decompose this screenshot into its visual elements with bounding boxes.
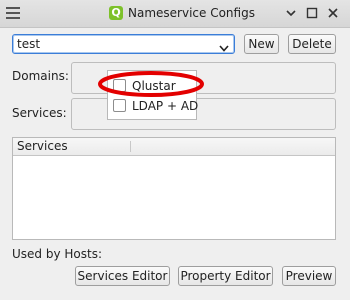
config-select-value: test (17, 37, 41, 51)
property-editor-button[interactable]: Property Editor (178, 266, 273, 286)
preview-button[interactable]: Preview (282, 266, 336, 286)
ldap-ad-checkbox[interactable] (113, 99, 126, 112)
window-menu-icon[interactable] (6, 7, 20, 19)
title-bar: Q Nameservice Configs (0, 0, 350, 28)
used-by-hosts-label: Used by Hosts: (12, 247, 102, 261)
minimize-icon[interactable] (283, 5, 299, 21)
new-button[interactable]: New (244, 34, 279, 54)
nameservice-configs-window: Q Nameservice Configs test New Delete Do… (0, 0, 350, 300)
ldap-ad-label: LDAP + AD (132, 99, 199, 113)
services-label: Services: (12, 106, 67, 120)
qlustar-checkbox[interactable] (113, 79, 126, 92)
app-logo-icon: Q (109, 6, 123, 20)
window-title: Nameservice Configs (128, 6, 255, 20)
domains-popup: Qlustar LDAP + AD (107, 70, 199, 120)
column-separator[interactable] (130, 141, 131, 152)
config-select[interactable]: test (12, 34, 235, 54)
delete-button[interactable]: Delete (288, 34, 336, 54)
qlustar-label: Qlustar (132, 79, 176, 93)
chevron-down-icon (219, 41, 229, 55)
services-table[interactable]: Services (12, 137, 336, 240)
table-header: Services (13, 138, 335, 156)
maximize-icon[interactable] (304, 5, 320, 21)
close-icon[interactable] (325, 5, 341, 21)
domains-label: Domains: (12, 69, 69, 83)
services-editor-button[interactable]: Services Editor (75, 266, 170, 286)
services-column-header[interactable]: Services (17, 139, 68, 153)
